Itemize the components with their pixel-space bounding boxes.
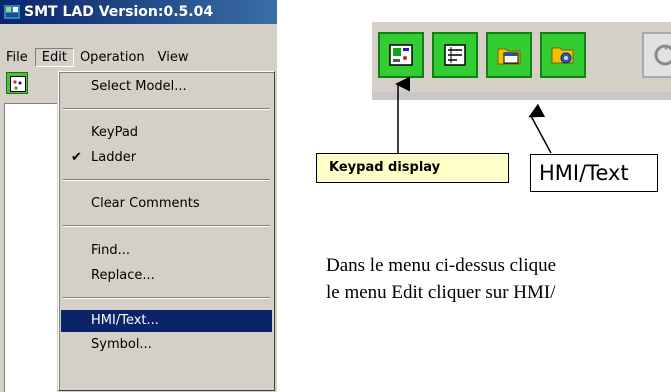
folder-settings-icon: [551, 43, 575, 67]
menu-item-ladder-label: Ladder: [91, 150, 137, 165]
refresh-toolbar-button[interactable]: [642, 32, 671, 78]
menu-item-ladder[interactable]: ✔ Ladder: [61, 147, 272, 169]
keypad-display-icon: [389, 43, 413, 67]
hmi-text-icon: [497, 43, 521, 67]
menu-separator: [63, 225, 270, 227]
window-title: SMT LAD Version:0.5.04: [24, 4, 214, 20]
menu-separator: [63, 108, 270, 110]
edit-menu-dropdown: Select Model... KeyPad ✔ Ladder Clear Co…: [58, 71, 275, 391]
menu-item-select-model[interactable]: Select Model...: [61, 76, 272, 98]
keypad-display-callout: Keypad display: [316, 153, 509, 183]
keypad-display-toolbar-button[interactable]: [378, 32, 424, 78]
menubar-spacer: [0, 24, 277, 45]
keypad-display-icon: [10, 76, 26, 92]
menu-item-keypad[interactable]: KeyPad: [61, 122, 272, 144]
hmi-arrow: [528, 103, 552, 154]
folder-settings-toolbar-button[interactable]: [540, 32, 586, 78]
app-icon: [4, 4, 20, 20]
hmi-text-toolbar-button[interactable]: [486, 32, 532, 78]
menu-file[interactable]: File: [0, 48, 35, 67]
ladder-program-icon: [443, 43, 467, 67]
hmi-text-callout: HMI/Text: [530, 154, 658, 192]
menu-item-replace[interactable]: Replace...: [61, 265, 272, 287]
instruction-line-1: Dans le menu ci-dessus clique: [326, 255, 557, 276]
title-bar: SMT LAD Version:0.5.04: [0, 0, 277, 24]
checkmark-icon: ✔: [71, 150, 82, 165]
menu-item-symbol[interactable]: Symbol...: [61, 334, 272, 356]
ladder-workspace[interactable]: [4, 103, 57, 392]
instruction-line-2: le menu Edit cliquer sur HMI/: [326, 282, 556, 303]
menu-item-clear-comments[interactable]: Clear Comments: [61, 193, 272, 215]
toolbar-zoom: [372, 22, 671, 100]
menu-separator: [63, 297, 270, 299]
menu-operation[interactable]: Operation: [74, 48, 152, 67]
menu-item-find[interactable]: Find...: [61, 240, 272, 262]
refresh-icon: [654, 44, 671, 66]
app-window: SMT LAD Version:0.5.04 File Edit Operati…: [0, 0, 277, 392]
menu-separator: [63, 179, 270, 181]
menu-item-hmi-text[interactable]: HMI/Text...: [61, 310, 272, 332]
menu-view[interactable]: View: [152, 48, 196, 67]
keypad-display-button[interactable]: [6, 72, 28, 94]
instruction-text: Dans le menu ci-dessus clique le menu Ed…: [326, 252, 671, 306]
menu-bar: File Edit Operation View: [0, 45, 277, 69]
toolbar-bottom-edge: [372, 92, 671, 100]
menu-edit[interactable]: Edit: [34, 47, 74, 67]
ladder-program-toolbar-button[interactable]: [432, 32, 478, 78]
